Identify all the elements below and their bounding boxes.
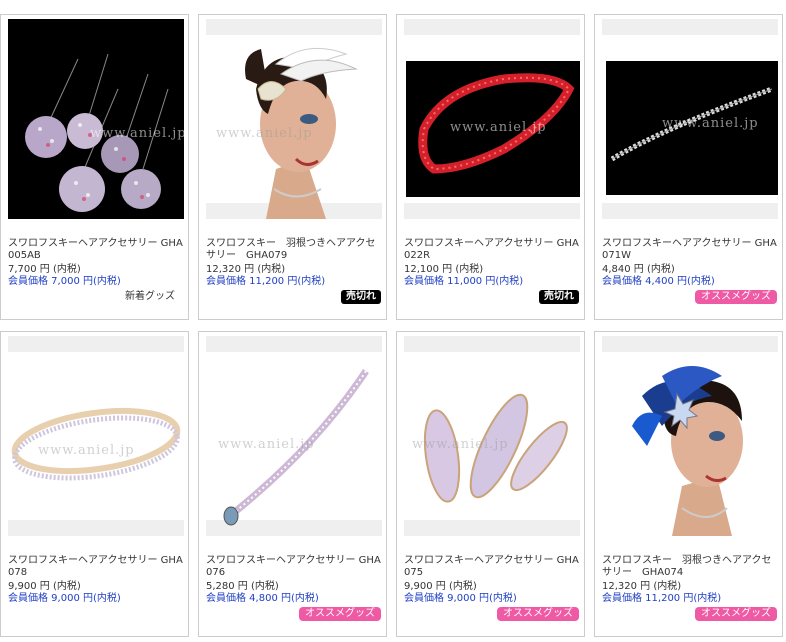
product-name[interactable]: スワロフスキーヘアアクセサリー GHA005AB — [8, 238, 186, 262]
member-price: 会員価格 9,000 円(内税) — [404, 593, 517, 604]
product-image-spiral-pin[interactable]: www.aniel.jp — [602, 19, 778, 219]
recommended-badge: オススメグッズ — [695, 607, 777, 621]
product-name[interactable]: スワロフスキーヘアアクセサリー GHA022R — [404, 238, 582, 262]
product-name[interactable]: スワロフスキーヘアアクセサリー GHA071W — [602, 238, 780, 262]
recommended-badge: オススメグッズ — [497, 607, 579, 621]
svg-text:www.aniel.jp: www.aniel.jp — [90, 126, 184, 141]
product-name[interactable]: スワロフスキーヘアアクセサリー GHA076 — [206, 555, 384, 579]
product-price: 12,100 円 (内税) — [404, 264, 484, 275]
product-image-slim-band[interactable]: www.aniel.jp — [206, 336, 382, 536]
product-card[interactable]: スワロフスキー 羽根つきヘアアクセサリー GHA074 12,320 円 (内税… — [594, 331, 783, 637]
product-card[interactable]: www.aniel.jp スワロフスキーヘアアクセサリー GHA075 9,90… — [396, 331, 585, 637]
member-price: 会員価格 4,400 円(内税) — [602, 276, 715, 287]
recommended-badge: オススメグッズ — [695, 290, 777, 304]
product-image-feather-headpiece[interactable]: www.aniel.jp — [206, 19, 382, 219]
svg-text:www.aniel.jp: www.aniel.jp — [218, 437, 315, 452]
sold-out-badge: 売切れ — [341, 290, 381, 304]
product-card[interactable]: www.aniel.jp スワロフスキーヘアアクセサリー GHA005AB 7,… — [0, 14, 189, 320]
product-card[interactable]: www.aniel.jp スワロフスキーヘアアクセサリー GHA022R 12,… — [396, 14, 585, 320]
product-image-red-band[interactable]: www.aniel.jp — [404, 19, 580, 219]
product-price: 7,700 円 (内税) — [8, 264, 81, 275]
recommended-badge: オススメグッズ — [299, 607, 381, 621]
new-item-badge: 新着グッズ — [125, 291, 175, 302]
product-card[interactable]: www.aniel.jp スワロフスキーヘアアクセサリー GHA078 9,90… — [0, 331, 189, 637]
member-price: 会員価格 11,200 円(内税) — [206, 276, 326, 287]
member-price: 会員価格 9,000 円(内税) — [8, 593, 121, 604]
product-card[interactable]: www.aniel.jp スワロフスキー 羽根つきヘアアクセサリー GHA079… — [198, 14, 387, 320]
product-name[interactable]: スワロフスキー 羽根つきヘアアクセサリー GHA074 — [602, 555, 780, 579]
product-price: 9,900 円 (内税) — [404, 581, 477, 592]
member-price: 会員価格 11,000 円(内税) — [404, 276, 524, 287]
product-price: 12,320 円 (内税) — [602, 581, 682, 592]
product-name[interactable]: スワロフスキー 羽根つきヘアアクセサリー GHA079 — [206, 238, 384, 262]
member-price: 会員価格 4,800 円(内税) — [206, 593, 319, 604]
svg-text:www.aniel.jp: www.aniel.jp — [216, 126, 313, 141]
svg-text:www.aniel.jp: www.aniel.jp — [412, 437, 509, 452]
product-price: 12,320 円 (内税) — [206, 264, 286, 275]
product-image-headband[interactable]: www.aniel.jp — [8, 336, 184, 536]
product-image-leaf-clips[interactable]: www.aniel.jp — [404, 336, 580, 536]
svg-text:www.aniel.jp: www.aniel.jp — [38, 443, 135, 458]
product-price: 9,900 円 (内税) — [8, 581, 81, 592]
product-image-blue-feather-headpiece[interactable] — [602, 336, 778, 536]
member-price: 会員価格 11,200 円(内税) — [602, 593, 722, 604]
product-name[interactable]: スワロフスキーヘアアクセサリー GHA078 — [8, 555, 186, 579]
sold-out-badge: 売切れ — [539, 290, 579, 304]
product-card[interactable]: www.aniel.jp スワロフスキーヘアアクセサリー GHA076 5,28… — [198, 331, 387, 637]
svg-text:www.aniel.jp: www.aniel.jp — [662, 116, 759, 131]
product-name[interactable]: スワロフスキーヘアアクセサリー GHA075 — [404, 555, 582, 579]
product-price: 4,840 円 (内税) — [602, 264, 675, 275]
svg-text:www.aniel.jp: www.aniel.jp — [450, 120, 547, 135]
member-price: 会員価格 7,000 円(内税) — [8, 276, 121, 287]
product-card[interactable]: www.aniel.jp スワロフスキーヘアアクセサリー GHA071W 4,8… — [594, 14, 783, 320]
product-price: 5,280 円 (内税) — [206, 581, 279, 592]
product-image-hairpins[interactable]: www.aniel.jp — [8, 19, 184, 219]
